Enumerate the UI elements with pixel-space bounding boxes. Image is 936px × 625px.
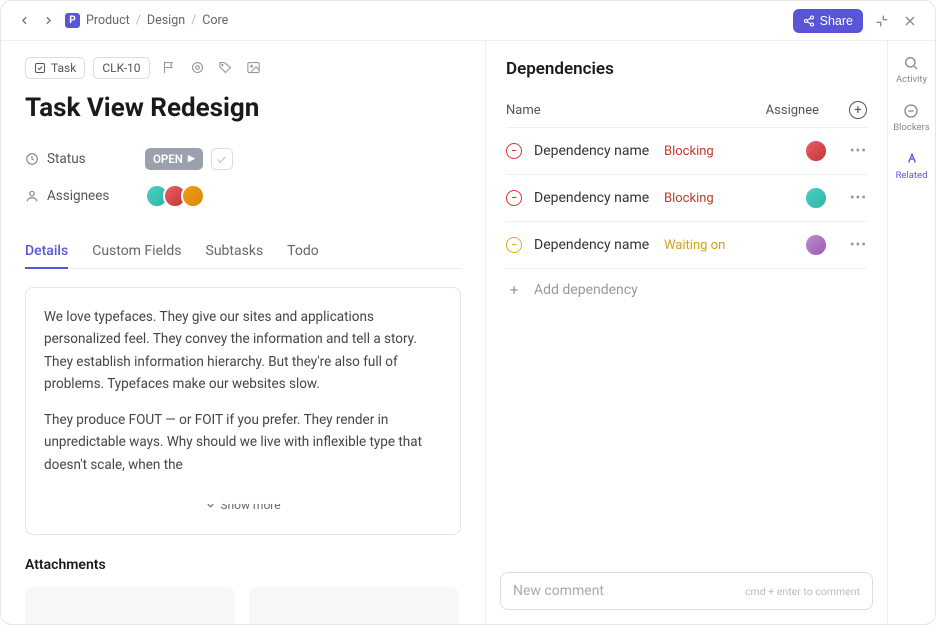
dependencies-columns: Name Assignee + <box>506 93 867 128</box>
breadcrumb-item[interactable]: Product <box>86 13 130 28</box>
topbar-left: P Product / Design / Core <box>17 13 228 28</box>
tab-details[interactable]: Details <box>25 235 68 269</box>
status-chip[interactable]: OPEN ▶ <box>145 148 203 170</box>
description-paragraph: They produce FOUT — or FOIT if you prefe… <box>44 409 442 476</box>
description-box: We love typefaces. They give our sites a… <box>25 287 461 535</box>
dependency-status: Waiting on <box>664 238 810 253</box>
comment-placeholder: New comment <box>513 583 604 599</box>
dependency-menu-icon[interactable]: ••• <box>850 190 867 206</box>
dependencies-header: Dependencies <box>506 59 867 79</box>
dependency-row[interactable]: − Dependency name Blocking ••• <box>506 175 867 222</box>
close-icon[interactable] <box>901 12 919 30</box>
dependency-name: Dependency name <box>534 190 664 206</box>
dependencies-title: Dependencies <box>506 59 614 79</box>
rail-blockers[interactable]: Blockers <box>893 103 930 133</box>
task-toolbar: Task CLK-10 <box>25 57 461 79</box>
tag-icon[interactable] <box>218 60 234 76</box>
task-title: Task View Redesign <box>25 93 461 123</box>
status-row: Status OPEN ▶ <box>25 141 461 177</box>
flag-icon[interactable] <box>162 60 178 76</box>
breadcrumb-sep: / <box>136 13 141 28</box>
comment-input[interactable]: New comment cmd + enter to comment <box>500 572 873 610</box>
assignees-label: Assignees <box>25 188 145 204</box>
tab-custom-fields[interactable]: Custom Fields <box>92 235 181 269</box>
dependency-status-icon: − <box>506 237 522 253</box>
breadcrumb-item[interactable]: Design <box>147 13 185 28</box>
dependency-row[interactable]: − Dependency name Blocking ••• <box>506 128 867 175</box>
dependency-status: Blocking <box>664 191 810 206</box>
add-dependency-button[interactable]: + Add dependency <box>506 269 867 311</box>
fade-overlay <box>27 476 459 504</box>
topbar: P Product / Design / Core Share <box>1 1 935 41</box>
task-type-chip[interactable]: Task <box>25 57 85 79</box>
dependency-name: Dependency name <box>534 143 664 159</box>
status-label: Status <box>25 151 145 167</box>
nav-back-icon[interactable] <box>17 14 31 28</box>
product-icon: P <box>65 13 80 28</box>
tabs: Details Custom Fields Subtasks Todo <box>25 235 461 269</box>
target-icon[interactable] <box>190 60 206 76</box>
dependency-status: Blocking <box>664 144 810 159</box>
dependency-menu-icon[interactable]: ••• <box>850 143 867 159</box>
breadcrumb-item[interactable]: Core <box>202 13 228 28</box>
dependency-name: Dependency name <box>534 237 664 253</box>
avatar <box>181 184 205 208</box>
attachments-title: Attachments <box>25 557 461 573</box>
topbar-right: Share <box>793 9 919 33</box>
play-icon: ▶ <box>188 154 195 164</box>
tab-todo[interactable]: Todo <box>287 235 319 269</box>
rail-related[interactable]: Related <box>896 151 928 181</box>
tab-subtasks[interactable]: Subtasks <box>206 235 264 269</box>
share-button[interactable]: Share <box>793 9 863 33</box>
comment-hint: cmd + enter to comment <box>745 585 860 598</box>
col-name: Name <box>506 103 541 118</box>
attachment-placeholder[interactable] <box>25 587 235 624</box>
dependency-menu-icon[interactable]: ••• <box>850 237 867 253</box>
dependency-status-icon: − <box>506 143 522 159</box>
dependency-assignee-avatar[interactable] <box>804 186 828 210</box>
image-icon[interactable] <box>246 60 262 76</box>
dependency-status-icon: − <box>506 190 522 206</box>
dependency-assignee-avatar[interactable] <box>804 233 828 257</box>
attachment-placeholder[interactable] <box>249 587 459 624</box>
right-panel: Dependencies Name Assignee + − Dependenc… <box>485 41 887 624</box>
plus-icon: + <box>506 281 522 299</box>
add-column-button[interactable]: + <box>849 101 867 119</box>
col-assignee: Assignee <box>766 103 819 118</box>
dependency-assignee-avatar[interactable] <box>804 139 828 163</box>
assignees-row: Assignees <box>25 177 461 215</box>
main-container: Task CLK-10 Task View Redesign Status <box>1 41 935 624</box>
nav-forward-icon[interactable] <box>41 14 55 28</box>
left-panel: Task CLK-10 Task View Redesign Status <box>1 41 485 624</box>
breadcrumb-sep: / <box>191 13 196 28</box>
rail-activity[interactable]: Activity <box>896 55 927 85</box>
breadcrumb[interactable]: P Product / Design / Core <box>65 13 228 28</box>
attachments-row <box>25 587 461 624</box>
task-id-chip[interactable]: CLK-10 <box>93 57 149 79</box>
dependency-row[interactable]: − Dependency name Waiting on ••• <box>506 222 867 269</box>
check-button[interactable] <box>211 148 233 170</box>
avatar-stack[interactable] <box>145 184 205 208</box>
minimize-icon[interactable] <box>873 12 891 30</box>
description-paragraph: We love typefaces. They give our sites a… <box>44 306 442 395</box>
right-rail: Activity Blockers Related <box>887 41 935 624</box>
